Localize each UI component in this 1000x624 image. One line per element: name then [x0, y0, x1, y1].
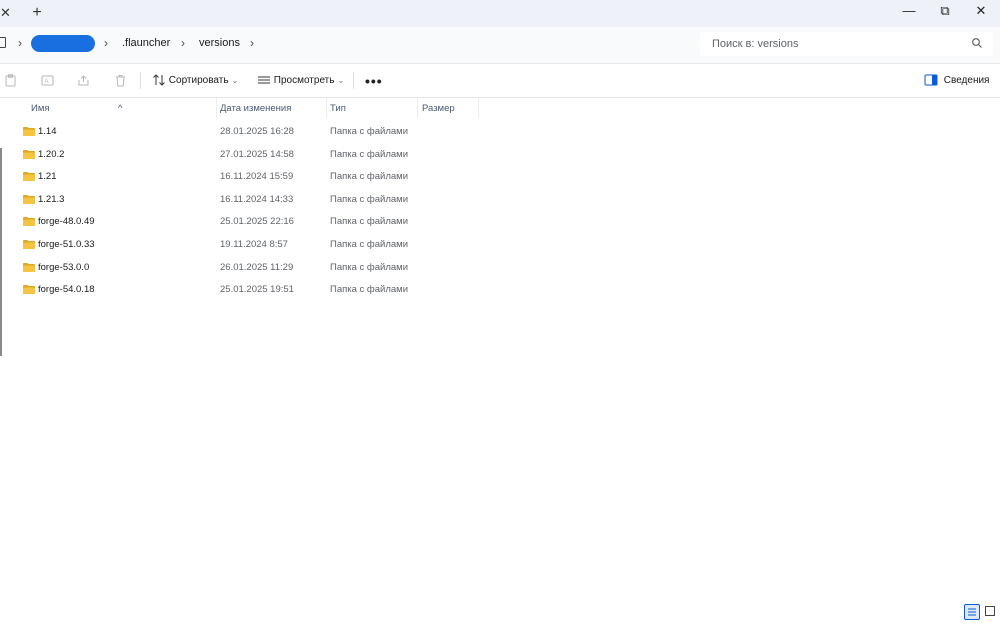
file-type: Папка с файлами [330, 284, 409, 296]
file-row[interactable]: forge-53.0.0 26.01.2025 11:29 Папка с файл… [0, 257, 1000, 279]
folder-icon [23, 172, 35, 182]
file-row[interactable]: 1.20.2 27.01.2025 14:58 Папка с файлами [0, 144, 1000, 166]
folder-icon [23, 217, 35, 227]
file-row[interactable]: 1.21 16.11.2024 15:59 Папка с файлами [0, 166, 1000, 188]
file-name[interactable]: 1.20.2 [38, 149, 64, 160]
chevron-down-icon: ⌄ [337, 76, 345, 85]
file-date: 19.11.2024 8:57 [220, 239, 288, 250]
file-type: Папка с файлами [330, 216, 409, 228]
search-icon[interactable] [971, 37, 983, 49]
sort-label: Сортировать [168, 75, 229, 86]
file-date: 26.01.2025 11:29 [220, 261, 294, 273]
file-name[interactable]: forge-51.0.33 [38, 239, 95, 250]
file-date: 28.01.2025 16:28 [220, 126, 294, 137]
file-name[interactable]: 1.21.3 [38, 194, 64, 205]
column-header-name[interactable]: Имя [31, 103, 50, 114]
more-options-button[interactable]: ••• [365, 73, 383, 89]
minimize-button[interactable]: — [891, 0, 927, 24]
file-name[interactable]: forge-53.0.0 [38, 262, 89, 273]
file-row[interactable]: 1.14 28.01.2025 16:28 Папка с файлами [0, 121, 1000, 143]
search-input[interactable]: Поиск в: versions [700, 32, 993, 56]
tiles-view-toggle[interactable] [983, 604, 997, 618]
file-type: Папка с файлами [330, 126, 409, 137]
folder-icon [23, 194, 35, 204]
file-name[interactable]: forge-48.0.49 [38, 216, 95, 227]
file-date: 16.11.2024 15:59 [220, 171, 294, 183]
column-header-type[interactable]: Тип [330, 103, 346, 114]
column-header-size[interactable]: Размер [422, 103, 455, 114]
command-bar: A Сортировать ⌄ Просмотреть ⌄ ••• Сведения [0, 64, 1000, 98]
close-window-button[interactable]: ✕ [963, 0, 999, 24]
file-type: Папка с файлами [330, 193, 409, 205]
toolbar-divider [140, 72, 141, 89]
delete-icon[interactable] [114, 74, 127, 87]
computer-icon[interactable] [0, 37, 6, 48]
folder-icon [23, 262, 35, 272]
file-name[interactable]: 1.14 [38, 126, 57, 137]
file-row[interactable]: 1.21.3 16.11.2024 14:33 Папка с файлами [0, 189, 1000, 211]
folder-icon [23, 149, 35, 159]
new-tab-button[interactable]: + [29, 3, 45, 23]
redacted-breadcrumb[interactable] [31, 35, 95, 52]
file-name[interactable]: forge-54.0.18 [38, 284, 95, 295]
column-divider[interactable] [417, 98, 418, 118]
column-divider[interactable] [216, 98, 217, 118]
breadcrumb-versions[interactable]: versions [199, 37, 240, 49]
toolbar-divider [353, 72, 354, 89]
share-icon[interactable] [77, 74, 90, 87]
search-placeholder: Поиск в: versions [712, 38, 799, 50]
column-header-row: ^ Имя Дата изменения Тип Размер [0, 98, 1000, 118]
file-row[interactable]: forge-48.0.49 25.01.2025 22:16 Папка с фай… [0, 211, 1000, 233]
file-type: Папка с файлами [330, 239, 409, 250]
column-divider[interactable] [478, 98, 479, 118]
file-list-pane: ^ Имя Дата изменения Тип Размер 1.14 28.0… [0, 98, 1000, 606]
column-divider[interactable] [326, 98, 327, 118]
file-date: 16.11.2024 14:33 [220, 193, 294, 205]
folder-icon [23, 240, 35, 249]
chevron-down-icon: ⌄ [231, 76, 239, 85]
file-type: Папка с файлами [330, 171, 409, 183]
details-view-icon [968, 608, 976, 616]
details-view-toggle[interactable] [964, 604, 980, 620]
svg-text:A: A [45, 79, 49, 85]
paste-icon[interactable] [4, 74, 17, 87]
file-date: 25.01.2025 19:51 [220, 284, 294, 296]
sort-up-icon: ^ [118, 103, 123, 114]
chevron-right-icon[interactable]: › [181, 36, 185, 50]
breadcrumb-flauncher[interactable]: .flauncher [122, 37, 170, 49]
tiles-view-icon [985, 606, 995, 616]
view-label: Просмотреть [273, 75, 335, 86]
close-tab-icon[interactable]: ✕ [0, 4, 14, 22]
sort-icon [153, 74, 165, 87]
sort-button[interactable]: Сортировать ⌄ [152, 73, 238, 89]
column-header-date[interactable]: Дата изменения [220, 103, 291, 114]
file-type: Папка с файлами [330, 261, 409, 273]
folder-icon [23, 285, 35, 295]
scrollbar[interactable] [0, 148, 2, 356]
view-icon [258, 76, 270, 84]
restore-button[interactable]: ⧉ [927, 0, 963, 24]
file-date: 25.01.2025 22:16 [220, 216, 294, 228]
chevron-right-icon[interactable]: › [18, 36, 22, 50]
title-bar: ✕ + — ⧉ ✕ [0, 0, 1000, 27]
address-bar: › › .flauncher › versions › Поиск в: ver… [0, 27, 1000, 64]
details-label: Сведения [943, 75, 990, 86]
chevron-right-icon[interactable]: › [250, 36, 254, 50]
view-button[interactable]: Просмотреть ⌄ [257, 73, 344, 89]
file-row[interactable]: forge-54.0.18 25.01.2025 19:51 Папка с фай… [0, 279, 1000, 301]
details-pane-icon [924, 74, 938, 86]
chevron-right-icon[interactable]: › [104, 36, 108, 50]
file-name[interactable]: 1.21 [38, 171, 57, 182]
file-date: 27.01.2025 14:58 [220, 148, 294, 160]
status-bar [0, 603, 1000, 621]
details-pane-button[interactable]: Сведения [924, 73, 989, 89]
file-row[interactable]: forge-51.0.33 19.11.2024 8:57 Папка с файл… [0, 234, 1000, 256]
file-type: Папка с файлами [330, 148, 409, 160]
folder-icon [23, 127, 35, 136]
rename-icon[interactable]: A [41, 74, 54, 87]
